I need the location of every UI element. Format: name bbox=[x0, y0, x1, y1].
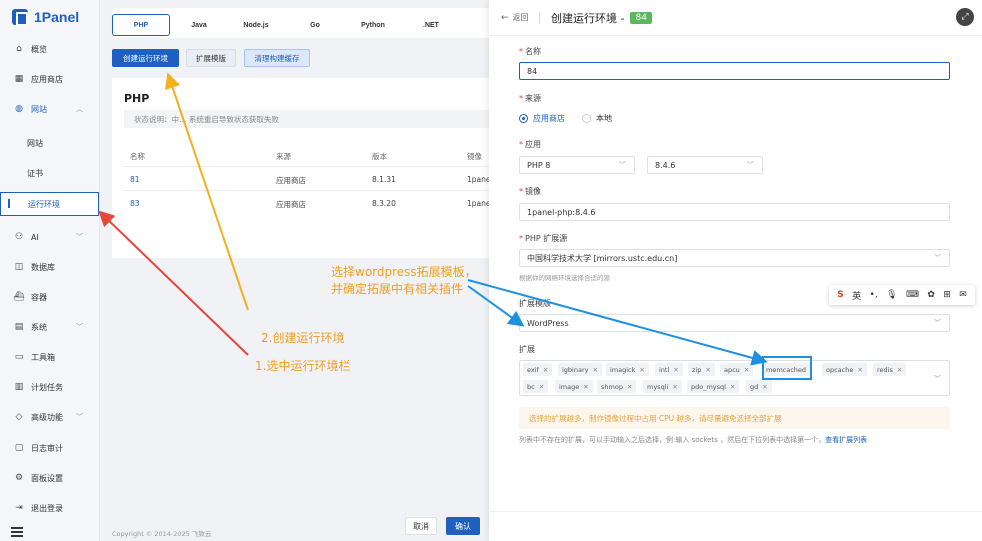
annotation-arrows bbox=[98, 72, 768, 366]
annotation-wordpress-line1: 选择wordpress拓展模板， bbox=[331, 265, 477, 279]
annotation-step1: 1.选中运行环境栏 bbox=[255, 359, 351, 373]
annotation-wordpress-line2: 并确定拓展中有相关插件 bbox=[331, 282, 464, 296]
arrow-to-create-button bbox=[164, 72, 249, 311]
arrow-to-memcached bbox=[467, 279, 768, 366]
arrow-to-runtime-menu bbox=[98, 210, 249, 356]
annotation-step2: 2.创建运行环境 bbox=[261, 331, 345, 345]
